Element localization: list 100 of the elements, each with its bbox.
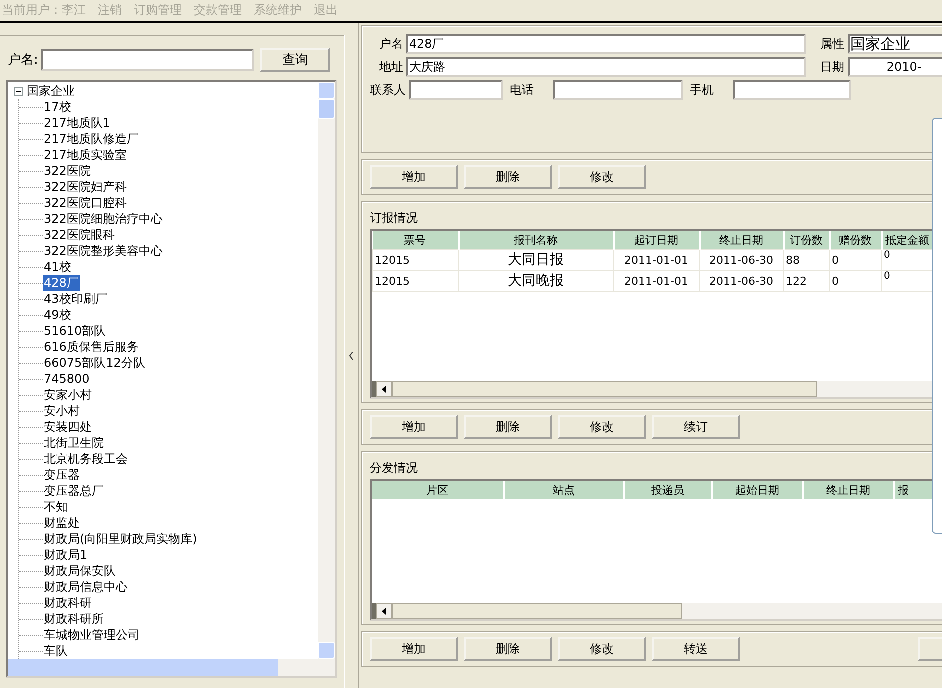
column-header[interactable]: 订份数 [784,231,830,250]
input-field[interactable]: 大庆路 [406,57,806,77]
tree-item[interactable]: 北京机务段工会 [43,451,129,467]
column-header[interactable]: 起始日期 [712,481,803,499]
tree-item[interactable]: 财政局1 [43,547,89,563]
tree-item[interactable]: 财监处 [43,515,81,531]
horizontal-scrollbar[interactable] [372,603,942,619]
table-cell: 12015 [372,270,458,292]
tree-item[interactable]: 国家企业 [26,83,76,99]
input-field[interactable]: 2010- [848,57,942,77]
tree-item[interactable]: 变压器 [43,467,81,483]
column-header[interactable]: 报刊名称 [458,231,614,250]
field-label: 电话 [510,82,535,98]
table-cell: 2011-06-30 [700,250,784,270]
caret-left-icon [382,386,386,392]
tree-item[interactable]: 安小村 [43,403,81,419]
field-label: 手机 [690,82,715,98]
tree-item[interactable]: 财政科研所 [43,611,105,627]
tree-item[interactable]: 322医院 [43,163,92,179]
tree-item[interactable]: 财政科研 [43,595,93,611]
caret-left-icon [382,608,386,614]
column-header[interactable]: 终止日期 [700,231,784,250]
scroll-left-button[interactable] [376,603,392,619]
tree-item[interactable]: 51610部队 [43,323,108,339]
tree-item[interactable]: 322医院口腔科 [43,195,128,211]
tree-item[interactable]: 322医院整形美容中心 [43,243,164,259]
tree-item[interactable]: 217地质队1 [43,115,112,131]
input-field[interactable]: 428厂 [406,34,806,54]
column-header[interactable]: 投递员 [624,481,712,499]
tree-item[interactable]: 745800 [43,371,91,387]
action-button[interactable]: 修改 [558,165,646,189]
table-cell: 大同日报 [458,250,614,270]
action-button[interactable]: 修改 [558,637,646,661]
input-field[interactable] [733,80,851,100]
current-user-label: 当前用户：李江 [2,2,86,19]
table-cell: 2011-06-30 [700,270,784,292]
group-title: 分发情况 [370,460,419,477]
scrollbar-thumb[interactable] [392,603,682,619]
field-label: 户名 [378,36,404,52]
action-button[interactable]: 删除 [464,637,552,661]
action-button[interactable]: 删除 [464,165,552,189]
table-cell: 2011-01-01 [614,270,700,292]
tree-item[interactable]: 变压器总厂 [43,483,105,499]
column-header[interactable]: 赠份数 [830,231,882,250]
tree-item[interactable]: 车城物业管理公司 [43,627,141,643]
tree-item[interactable]: 财政局保安队 [43,563,117,579]
tree-item[interactable]: 财政局信息中心 [43,579,129,595]
tree-item[interactable]: 217地质队修造厂 [43,131,140,147]
action-button[interactable]: 转送 [652,637,740,661]
tree-item[interactable]: 66075部队12分队 [43,355,146,371]
column-header[interactable]: 起订日期 [614,231,700,250]
collapse-toggle-icon[interactable] [14,86,23,96]
tree-item[interactable]: 217地质实验室 [43,147,128,163]
input-field[interactable] [409,80,503,100]
scroll-left-button[interactable] [376,381,392,397]
tree-item[interactable]: 财政局(向阳里财政局实物库) [43,531,198,547]
column-header[interactable]: 站点 [504,481,624,499]
search-button[interactable]: 查询 [260,48,330,72]
table-cell: 2011-01-01 [614,250,700,270]
tree-item[interactable]: 428厂 [43,275,80,291]
table-cell: 88 [784,250,830,270]
input-field[interactable]: 国家企业 [848,34,942,54]
input-field[interactable] [553,80,683,100]
tree-item[interactable]: 49校 [43,307,72,323]
horizontal-scrollbar[interactable] [8,659,335,676]
tree-item[interactable]: 17校 [43,99,72,115]
tree-item[interactable]: 安家小村 [43,387,93,403]
tree-item[interactable]: 北街卫生院 [43,435,105,451]
field-label: 联系人 [369,82,406,98]
tree-item[interactable]: 322医院细胞治疗中心 [43,211,164,227]
field-label: 地址 [378,58,404,76]
action-button[interactable]: 续订 [652,415,740,439]
tree-item[interactable]: 41校 [43,259,72,275]
action-button[interactable]: 修改 [558,415,646,439]
action-button[interactable]: 增加 [370,637,458,661]
table-cell: 0 [830,270,882,292]
field-label: 日期 [820,58,845,76]
action-button[interactable]: 增加 [370,415,458,439]
tree-item[interactable]: 安装四处 [43,419,93,435]
field-label: 属性 [820,36,845,52]
table-cell: 12015 [372,250,458,270]
column-header[interactable]: 终止日期 [803,481,894,499]
table-cell: 122 [784,270,830,292]
table-cell: 0 [830,250,882,270]
action-button[interactable]: 删除 [464,415,552,439]
action-button[interactable]: 增加 [370,165,458,189]
chevron-left-icon [349,352,354,360]
group-title: 订报情况 [370,210,419,227]
tree-item[interactable]: 车队 [43,643,69,659]
tree-item[interactable]: 不知 [43,499,69,515]
scrollbar-thumb[interactable] [392,381,817,397]
vertical-scrollbar[interactable] [318,82,335,659]
tree-item[interactable]: 322医院眼科 [43,227,116,243]
tree-item[interactable]: 43校印刷厂 [43,291,108,307]
tree-item[interactable]: 616质保售后服务 [43,339,140,355]
column-header[interactable]: 票号 [372,231,458,250]
tree-item[interactable]: 322医院妇产科 [43,179,128,195]
search-field[interactable] [41,49,254,71]
table-cell: 大同晚报 [458,270,614,292]
column-header[interactable]: 片区 [372,481,504,499]
